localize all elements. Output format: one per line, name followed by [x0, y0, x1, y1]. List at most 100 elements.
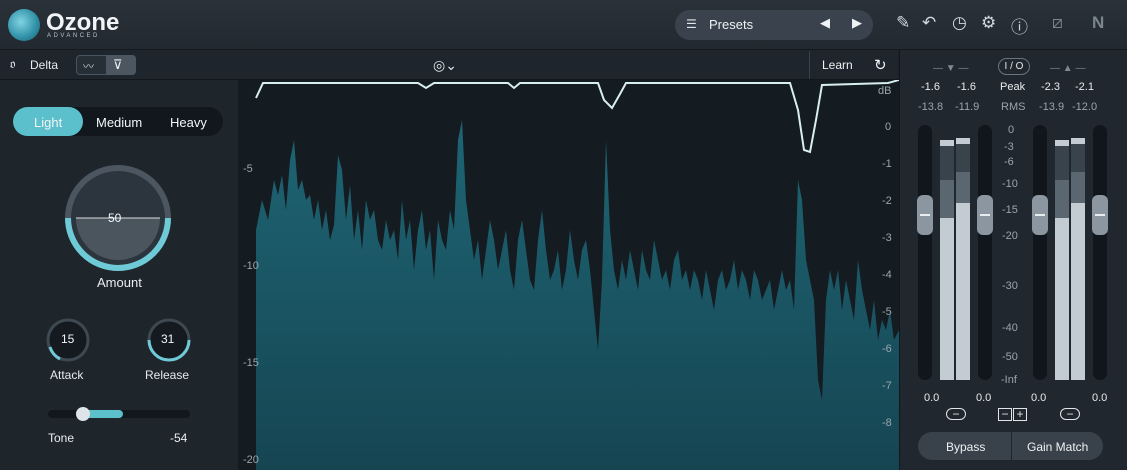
input-gain-right-value: 0.0	[976, 392, 992, 404]
attack-value: 15	[61, 332, 75, 346]
output-rms-fill-right	[1071, 203, 1085, 380]
input-level-mid-left	[940, 180, 954, 218]
spectrum-graph	[255, 80, 899, 470]
right-scale-label: 0	[885, 121, 892, 133]
amount-value: 50	[108, 211, 122, 225]
meter-scale-label: 0	[1008, 124, 1015, 136]
input-peak-hold-right	[956, 138, 970, 144]
attack-label: Attack	[50, 368, 84, 382]
output-peak-hold-left	[1055, 140, 1069, 146]
fader-handle-mark	[980, 214, 990, 216]
input-gain-left-value: 0.0	[924, 392, 940, 404]
filter-icon[interactable]: ⊽	[113, 57, 123, 73]
input-gain-fader-left[interactable]	[918, 125, 932, 380]
right-scale-label: -5	[882, 306, 892, 318]
input-trim-down-icon[interactable]: — ▼ —	[933, 63, 968, 74]
right-scale-label: -1	[882, 158, 892, 170]
output-gain-left-value: 0.0	[1031, 392, 1047, 404]
amount-label: Amount	[97, 275, 142, 290]
peak-label: Peak	[1000, 81, 1026, 93]
plus-button[interactable]: +	[1013, 408, 1027, 421]
learn-button[interactable]: Learn	[822, 58, 853, 72]
meter-scale-label: -15	[1002, 204, 1018, 216]
input-level-mid-right	[956, 172, 970, 203]
input-rms-fill-left	[940, 218, 954, 380]
output-peak-hold-right	[1071, 138, 1085, 144]
rms-label: RMS	[1001, 101, 1026, 113]
output-rms-right: -12.0	[1072, 101, 1098, 113]
ear-icon[interactable]: 𝔬	[10, 56, 15, 72]
ni-logo-icon[interactable]: N	[1092, 13, 1104, 33]
meter-scale-label: -50	[1002, 351, 1018, 363]
release-label: Release	[145, 368, 190, 382]
presets-label[interactable]: Presets	[709, 17, 753, 32]
right-scale-label: -8	[882, 417, 892, 429]
output-peak-right: -2.1	[1075, 81, 1094, 93]
next-preset-icon[interactable]: ▶	[852, 15, 862, 31]
io-link-button[interactable]: I / O	[998, 58, 1030, 75]
input-rms-left: -13.8	[918, 101, 944, 113]
pencil-icon[interactable]: ✎	[896, 13, 910, 33]
left-scale-label: -5	[243, 163, 253, 175]
waveform-icon[interactable]: 〰	[83, 58, 94, 74]
meter-scale-label: -20	[1002, 230, 1018, 242]
right-scale-label: -6	[882, 343, 892, 355]
app-edition: ADVANCED	[47, 33, 100, 39]
mode-medium[interactable]: Medium	[96, 115, 142, 130]
gear-icon[interactable]: ⚙	[981, 13, 996, 33]
input-rms-right: -11.9	[955, 101, 980, 113]
separator	[809, 51, 810, 79]
meter-scale-label: -3	[1004, 141, 1014, 153]
right-scale-label: -3	[882, 232, 892, 244]
right-scale-label: -7	[882, 380, 892, 392]
left-scale-label: -10	[243, 260, 259, 272]
minus-button[interactable]: −	[998, 408, 1012, 421]
output-level-mid-right	[1071, 172, 1085, 203]
meter-scale-label: -10	[1002, 178, 1018, 190]
input-gain-fader-right[interactable]	[978, 125, 992, 380]
output-rms-fill-left	[1055, 218, 1069, 380]
input-peak-hold-left	[940, 140, 954, 146]
output-peak-left: -2.3	[1041, 81, 1060, 93]
delta-label[interactable]: Delta	[30, 58, 58, 72]
presets-bar[interactable]	[675, 10, 873, 40]
meter-scale-label: -40	[1002, 322, 1018, 334]
mode-light[interactable]: Light	[34, 115, 62, 130]
meter-scale-label: -30	[1002, 280, 1018, 292]
output-gain-fader-left[interactable]	[1033, 125, 1047, 380]
output-level-mid-left	[1055, 180, 1069, 218]
meter-scale-label: -Inf	[1001, 374, 1017, 386]
right-scale-label: -4	[882, 269, 892, 281]
input-peak-right: -1.6	[957, 81, 976, 93]
input-link-icon[interactable]: −	[946, 408, 966, 420]
stereo-mode-icon[interactable]: ◎⌄	[433, 57, 457, 74]
fader-handle-mark	[1035, 214, 1045, 216]
fader-handle-mark	[1095, 214, 1105, 216]
tone-slider-handle[interactable]	[76, 407, 90, 421]
meter-scale-label: -6	[1004, 156, 1014, 168]
mode-heavy[interactable]: Heavy	[170, 115, 207, 130]
left-scale-label: -20	[243, 454, 259, 466]
help-icon[interactable]: ⓘ	[1011, 13, 1028, 38]
list-icon: ☰	[686, 17, 697, 31]
input-rms-fill-right	[956, 203, 970, 380]
output-gain-fader-right[interactable]	[1093, 125, 1107, 380]
input-peak-left: -1.6	[921, 81, 940, 93]
right-scale-label: -2	[882, 195, 892, 207]
prev-preset-icon[interactable]: ◀	[820, 15, 830, 31]
gain-match-button[interactable]: Gain Match	[1027, 440, 1088, 454]
left-scale-label: -15	[243, 357, 259, 369]
history-icon[interactable]: ◷	[952, 13, 967, 33]
learn-icon[interactable]: ↻	[874, 56, 887, 74]
output-link-icon[interactable]: −	[1060, 408, 1080, 420]
output-rms-left: -13.9	[1039, 101, 1065, 113]
tone-value: -54	[170, 431, 188, 445]
output-trim-up-icon[interactable]: — ▲ —	[1050, 63, 1085, 74]
separator	[1011, 432, 1012, 460]
fader-handle-mark	[920, 214, 930, 216]
tone-label: Tone	[48, 431, 75, 445]
signal-icon[interactable]: ⧄	[1052, 13, 1063, 33]
output-gain-right-value: 0.0	[1092, 392, 1108, 404]
undo-icon[interactable]: ↶	[922, 13, 936, 33]
bypass-button[interactable]: Bypass	[946, 440, 985, 454]
